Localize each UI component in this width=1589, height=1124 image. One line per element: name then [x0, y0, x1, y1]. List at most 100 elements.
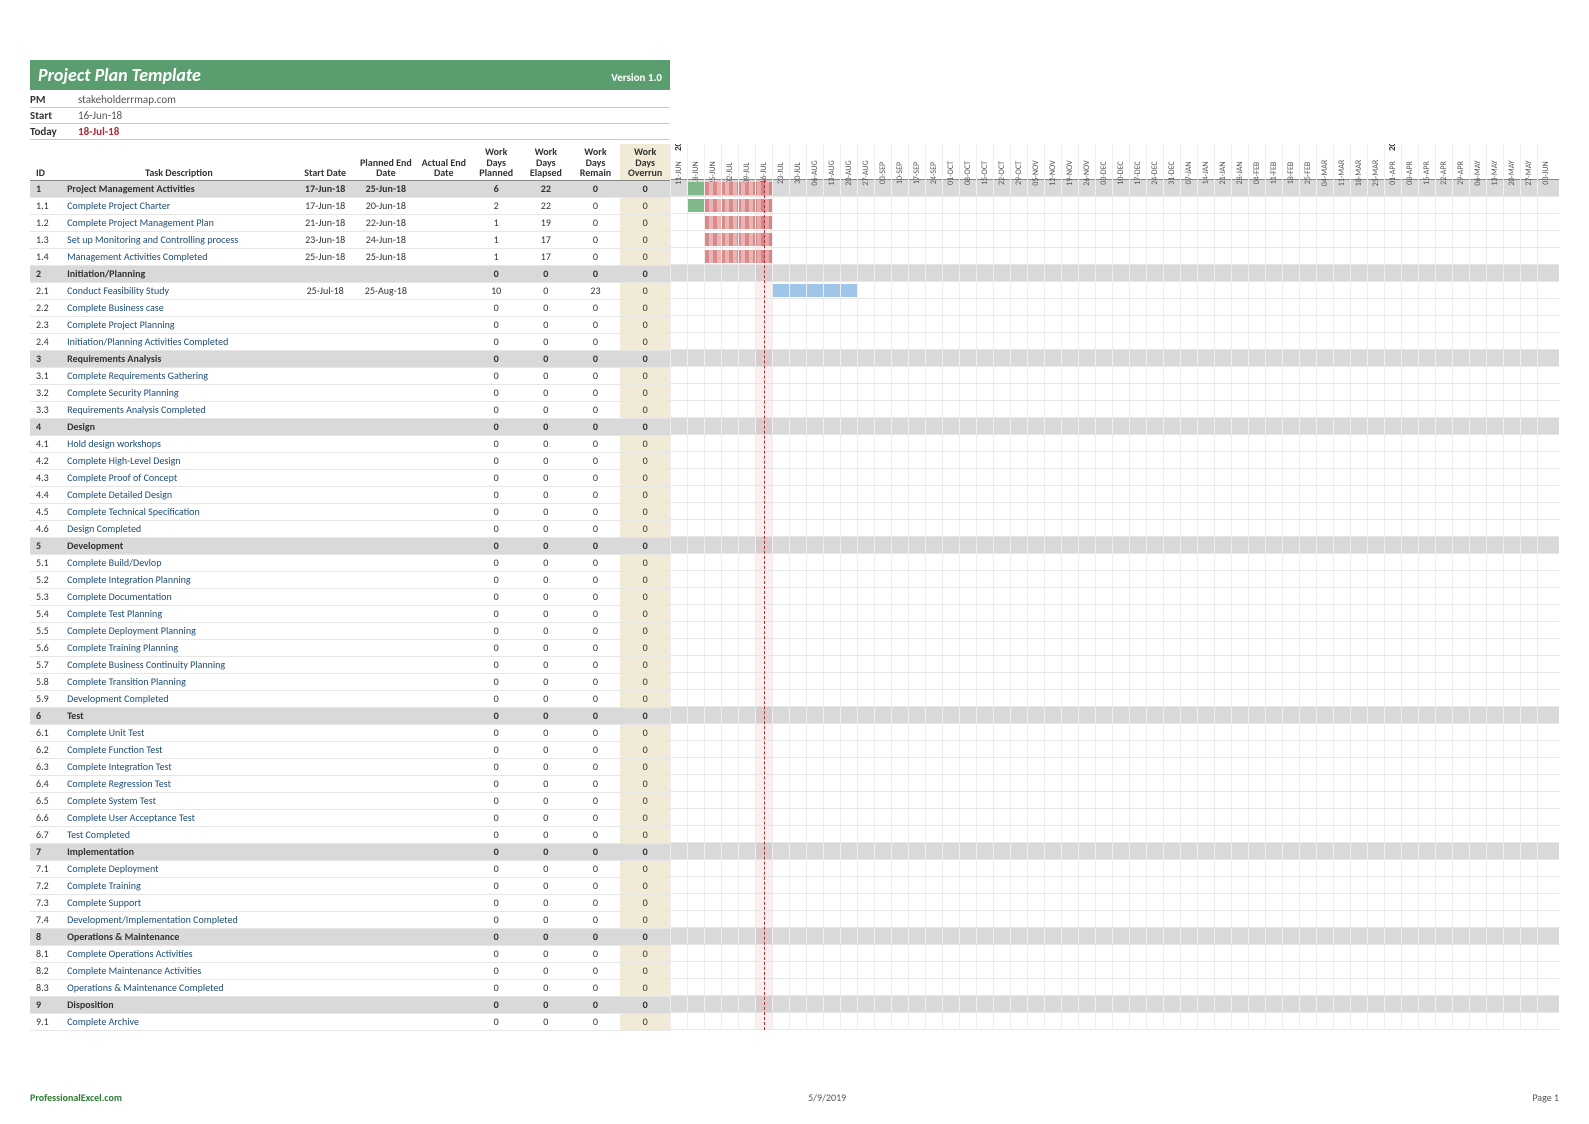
gantt-cell — [738, 877, 755, 893]
gantt-cell — [1469, 197, 1486, 213]
gantt-cell — [1180, 758, 1197, 774]
page-footer: ProfessionalExcel.com 5/9/2019 Page 1 — [30, 1091, 1559, 1104]
gantt-cell — [772, 826, 789, 842]
gantt-cell — [1112, 877, 1129, 893]
gantt-cell — [1452, 350, 1469, 366]
week-header: 26-NOV — [1078, 144, 1095, 180]
gantt-cell — [1384, 197, 1401, 213]
gantt-cell — [1197, 197, 1214, 213]
week-header: 23-JUL — [772, 144, 789, 180]
gantt-cell — [1418, 860, 1435, 876]
gantt-cell — [1078, 860, 1095, 876]
gantt-cell — [1486, 214, 1503, 230]
cell-start — [295, 486, 356, 503]
gantt-cell — [908, 656, 925, 672]
gantt-cell — [1044, 860, 1061, 876]
gantt-cell — [942, 282, 959, 298]
table-row: 5.5Complete Deployment Planning0000 — [30, 622, 670, 639]
gantt-cell — [1503, 503, 1520, 519]
gantt-row — [670, 401, 1559, 418]
gantt-cell — [1503, 401, 1520, 417]
cell-wplan: 1 — [471, 214, 521, 231]
gantt-cell — [1197, 673, 1214, 689]
gantt-cell — [1469, 690, 1486, 706]
cell-desc: Complete Requirements Gathering — [63, 367, 295, 384]
gantt-cell — [925, 248, 942, 264]
gantt-cell — [1384, 962, 1401, 978]
gantt-cell — [1095, 707, 1112, 723]
gantt-cell — [993, 231, 1010, 247]
gantt-cell — [704, 979, 721, 995]
gantt-cell — [1520, 469, 1537, 485]
gantt-cell — [1010, 979, 1027, 995]
gantt-cell — [704, 282, 721, 298]
gantt-cell — [789, 962, 806, 978]
gantt-cell — [1265, 333, 1282, 349]
gantt-cell — [874, 435, 891, 451]
gantt-cell — [1078, 690, 1095, 706]
gantt-cell — [721, 452, 738, 468]
cell-welap: 0 — [521, 656, 571, 673]
gantt-cell — [721, 401, 738, 417]
gantt-cell — [738, 928, 755, 944]
cell-id: 1.2 — [30, 214, 63, 231]
gantt-cell — [1010, 894, 1027, 910]
gantt-cell — [840, 282, 857, 298]
gantt-cell — [738, 537, 755, 553]
gantt-cell — [1061, 435, 1078, 451]
gantt-cell — [1095, 724, 1112, 740]
gantt-row — [670, 316, 1559, 333]
cell-wover: 0 — [620, 214, 670, 231]
gantt-cell — [704, 350, 721, 366]
table-row: 9.1Complete Archive0000 — [30, 1013, 670, 1030]
gantt-cell — [1095, 418, 1112, 434]
cell-aend — [416, 469, 471, 486]
gantt-cell — [874, 979, 891, 995]
week-header: 27-MAY — [1520, 144, 1537, 180]
gantt-cell — [1520, 605, 1537, 621]
cell-wrem: 0 — [571, 792, 621, 809]
gantt-cell — [789, 503, 806, 519]
gantt-cell — [806, 724, 823, 740]
gantt-cell — [1520, 503, 1537, 519]
gantt-cell — [1350, 265, 1367, 281]
gantt-cell — [1367, 894, 1384, 910]
gantt-cell — [1503, 860, 1520, 876]
gantt-cell — [1146, 367, 1163, 383]
table-row: 4.5Complete Technical Specification0000 — [30, 503, 670, 520]
gantt-cell — [1469, 316, 1486, 332]
gantt-cell — [1214, 401, 1231, 417]
gantt-cell — [1367, 605, 1384, 621]
gantt-cell — [1078, 758, 1095, 774]
gantt-cell — [806, 775, 823, 791]
gantt-cell — [1163, 741, 1180, 757]
gantt-body — [670, 180, 1559, 1030]
cell-welap: 17 — [521, 231, 571, 248]
gantt-cell — [1537, 197, 1554, 213]
gantt-cell — [891, 520, 908, 536]
gantt-cell — [1282, 758, 1299, 774]
gantt-cell — [1537, 265, 1554, 281]
gantt-cell — [1061, 486, 1078, 502]
task-table: ID Task Description Start Date Planned E… — [30, 144, 670, 1031]
gantt-cell — [1061, 996, 1078, 1012]
gantt-cell — [993, 826, 1010, 842]
cell-aend — [416, 537, 471, 554]
gantt-cell — [1520, 962, 1537, 978]
gantt-cell — [1384, 486, 1401, 502]
gantt-cell — [687, 316, 704, 332]
gantt-cell — [670, 622, 687, 638]
gantt-cell — [704, 843, 721, 859]
gantt-cell — [806, 350, 823, 366]
gantt-cell — [1350, 469, 1367, 485]
gantt-cell — [1384, 724, 1401, 740]
week-header: 05-NOV — [1027, 144, 1044, 180]
table-row: 1.4Management Activities Completed25-Jun… — [30, 248, 670, 265]
gantt-cell — [789, 214, 806, 230]
gantt-cell — [1299, 180, 1316, 196]
gantt-cell — [1469, 503, 1486, 519]
gantt-cell — [1231, 1013, 1248, 1029]
cell-pend — [356, 333, 417, 350]
gantt-cell — [1537, 180, 1554, 196]
cell-aend — [416, 316, 471, 333]
